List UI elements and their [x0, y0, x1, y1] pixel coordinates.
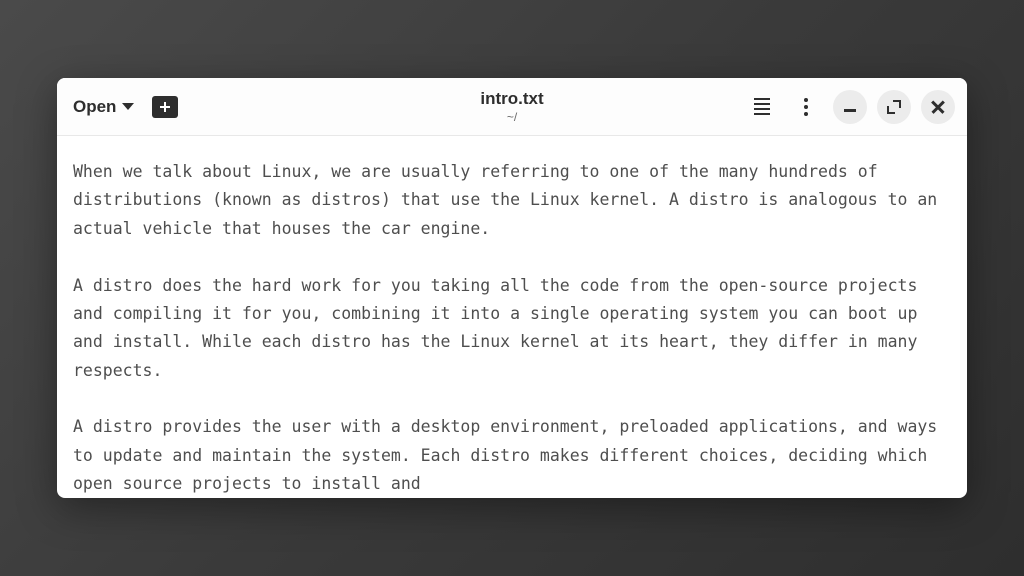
- titlebar: Open intro.txt ~/: [57, 78, 967, 136]
- maximize-button[interactable]: [877, 90, 911, 124]
- minimize-button[interactable]: [833, 90, 867, 124]
- text-editor-content[interactable]: When we talk about Linux, we are usually…: [57, 136, 967, 498]
- new-document-button[interactable]: [152, 96, 178, 118]
- open-button-label: Open: [73, 97, 116, 117]
- titlebar-left: Open: [69, 93, 178, 121]
- minimize-icon: [844, 109, 856, 112]
- editor-window: Open intro.txt ~/: [57, 78, 967, 498]
- hamburger-icon: [754, 98, 770, 116]
- maximize-icon: [887, 100, 901, 114]
- file-title: intro.txt: [480, 89, 543, 109]
- more-button[interactable]: [789, 90, 823, 124]
- kebab-icon: [804, 98, 808, 116]
- close-icon: [931, 100, 945, 114]
- chevron-down-icon: [122, 103, 134, 110]
- titlebar-center: intro.txt ~/: [480, 89, 543, 124]
- open-button[interactable]: Open: [69, 93, 138, 121]
- file-path: ~/: [507, 110, 517, 124]
- close-button[interactable]: [921, 90, 955, 124]
- titlebar-right: [745, 90, 955, 124]
- menu-button[interactable]: [745, 90, 779, 124]
